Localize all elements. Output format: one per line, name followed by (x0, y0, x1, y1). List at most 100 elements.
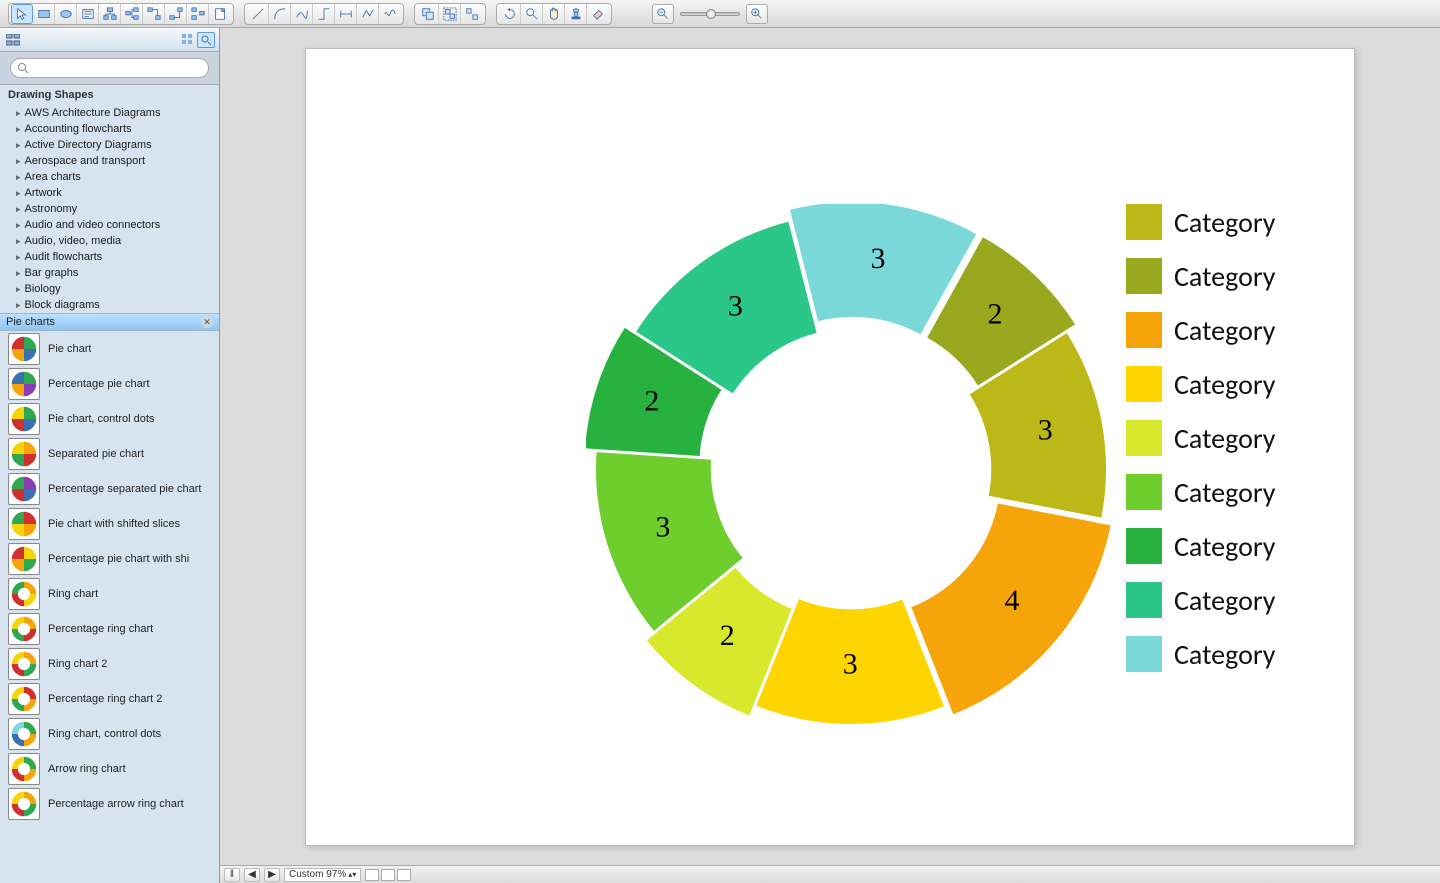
tree-item[interactable]: AWS Architecture Diagrams (0, 105, 219, 121)
tree-tool-1[interactable] (99, 4, 121, 24)
shape-item[interactable]: Ring chart 2 (0, 646, 219, 681)
shape-item[interactable]: Arrow ring chart (0, 751, 219, 786)
shape-item[interactable]: Percentage pie chart (0, 366, 219, 401)
pie-shape-icon (8, 683, 40, 715)
shape-label: Arrow ring chart (48, 763, 126, 775)
zoom-indicator[interactable]: Custom 97%▴▾ (284, 868, 361, 882)
page-thumb[interactable] (365, 869, 379, 881)
canvas-scroll[interactable]: 234323233 CategoryCategoryCategoryCatego… (220, 28, 1440, 865)
page-toggle-button[interactable]: ‖ (224, 868, 240, 882)
slice-value-label: 3 (728, 290, 743, 323)
tree-item[interactable]: Audio, video, media (0, 233, 219, 249)
section-header-pie-charts[interactable]: Pie charts ✕ (0, 313, 219, 331)
grid-view-icon[interactable] (179, 32, 197, 48)
legend-item: Category (1126, 258, 1275, 294)
tree-tool-2[interactable] (121, 4, 143, 24)
tree-item[interactable]: Aerospace and transport (0, 153, 219, 169)
chain-tool-1[interactable] (143, 4, 165, 24)
legend-item: Category (1126, 312, 1275, 348)
shape-item[interactable]: Percentage separated pie chart (0, 471, 219, 506)
tree-item[interactable]: Audit flowcharts (0, 249, 219, 265)
shape-item[interactable]: Pie chart, control dots (0, 401, 219, 436)
arc-tool[interactable] (269, 4, 291, 24)
tree-item[interactable]: Astronomy (0, 201, 219, 217)
shape-label: Pie chart (48, 343, 91, 355)
shape-item[interactable]: Pie chart (0, 331, 219, 366)
zoom-label: Custom 97% (289, 869, 346, 880)
pie-shape-icon (8, 648, 40, 680)
pointer-tool[interactable] (11, 4, 33, 24)
slice-value-label: 2 (720, 619, 735, 652)
ellipse-tool[interactable] (55, 4, 77, 24)
connector-tool[interactable] (313, 4, 335, 24)
zoom-in-button[interactable] (746, 4, 768, 24)
zoom-slider-thumb[interactable] (706, 9, 716, 19)
legend-swatch (1126, 258, 1162, 294)
tree-item[interactable]: Accounting flowcharts (0, 121, 219, 137)
shape-label: Percentage separated pie chart (48, 483, 202, 495)
tree-item[interactable]: Bar graphs (0, 265, 219, 281)
shape-item[interactable]: Percentage arrow ring chart (0, 786, 219, 821)
library-tree[interactable]: AWS Architecture DiagramsAccounting flow… (0, 105, 219, 313)
curve-tool[interactable] (291, 4, 313, 24)
page-thumb[interactable] (381, 869, 395, 881)
shape-item[interactable]: Percentage ring chart 2 (0, 681, 219, 716)
polyline-tool[interactable] (357, 4, 379, 24)
freehand-tool[interactable] (379, 4, 401, 24)
sidebar-search-input[interactable] (10, 58, 209, 78)
search-library-icon[interactable] (197, 32, 215, 48)
legend-swatch (1126, 474, 1162, 510)
pie-shape-icon (8, 438, 40, 470)
text-tool[interactable] (77, 4, 99, 24)
zoom-slider (652, 4, 768, 24)
page-prev-button[interactable]: ◀ (244, 868, 260, 882)
shape-item[interactable]: Ring chart, control dots (0, 716, 219, 751)
shape-label: Ring chart, control dots (48, 728, 161, 740)
shape-item[interactable]: Ring chart (0, 576, 219, 611)
shape-item[interactable]: Percentage pie chart with shi (0, 541, 219, 576)
group-tool[interactable] (439, 4, 461, 24)
zoom-slider-track[interactable] (680, 12, 740, 16)
legend-label: Category (1174, 475, 1275, 510)
page-thumbnails (365, 869, 411, 881)
line-tool[interactable] (247, 4, 269, 24)
legend-label: Category (1174, 421, 1275, 456)
hand-tool[interactable] (543, 4, 565, 24)
ring-chart[interactable]: 234323233 (586, 204, 1116, 734)
tree-item[interactable]: Artwork (0, 185, 219, 201)
clone-tool[interactable] (417, 4, 439, 24)
shape-item[interactable]: Percentage ring chart (0, 611, 219, 646)
tree-item[interactable]: Active Directory Diagrams (0, 137, 219, 153)
library-tree-icon[interactable] (4, 32, 22, 48)
eraser-tool[interactable] (587, 4, 609, 24)
slice-value-label: 3 (655, 510, 670, 543)
tree-item[interactable]: Area charts (0, 169, 219, 185)
chain-tool-3[interactable] (187, 4, 209, 24)
shape-list[interactable]: Pie chart Percentage pie chart Pie chart… (0, 331, 219, 883)
shape-item[interactable]: Pie chart with shifted slices (0, 506, 219, 541)
close-section-icon[interactable]: ✕ (201, 316, 213, 328)
slice-value-label: 2 (988, 298, 1003, 331)
tree-item[interactable]: Biology (0, 281, 219, 297)
pie-shape-icon (8, 788, 40, 820)
zoom-tool[interactable] (521, 4, 543, 24)
zoom-out-button[interactable] (652, 4, 674, 24)
status-bar: ‖ ◀ ▶ Custom 97%▴▾ (220, 865, 1440, 883)
section-title: Pie charts (6, 316, 55, 328)
legend-label: Category (1174, 205, 1275, 240)
shape-item[interactable]: Separated pie chart (0, 436, 219, 471)
note-tool[interactable] (209, 4, 231, 24)
tree-item[interactable]: Block diagrams (0, 297, 219, 313)
ungroup-tool[interactable] (461, 4, 483, 24)
tree-item[interactable]: Audio and video connectors (0, 217, 219, 233)
rotate-tool[interactable] (499, 4, 521, 24)
page-thumb[interactable] (397, 869, 411, 881)
stamp-tool[interactable] (565, 4, 587, 24)
chain-tool-2[interactable] (165, 4, 187, 24)
page-next-button[interactable]: ▶ (264, 868, 280, 882)
pie-shape-icon (8, 473, 40, 505)
rect-tool[interactable] (33, 4, 55, 24)
dimension-tool[interactable] (335, 4, 357, 24)
drawing-page[interactable]: 234323233 CategoryCategoryCategoryCatego… (305, 48, 1355, 846)
pie-shape-icon (8, 333, 40, 365)
